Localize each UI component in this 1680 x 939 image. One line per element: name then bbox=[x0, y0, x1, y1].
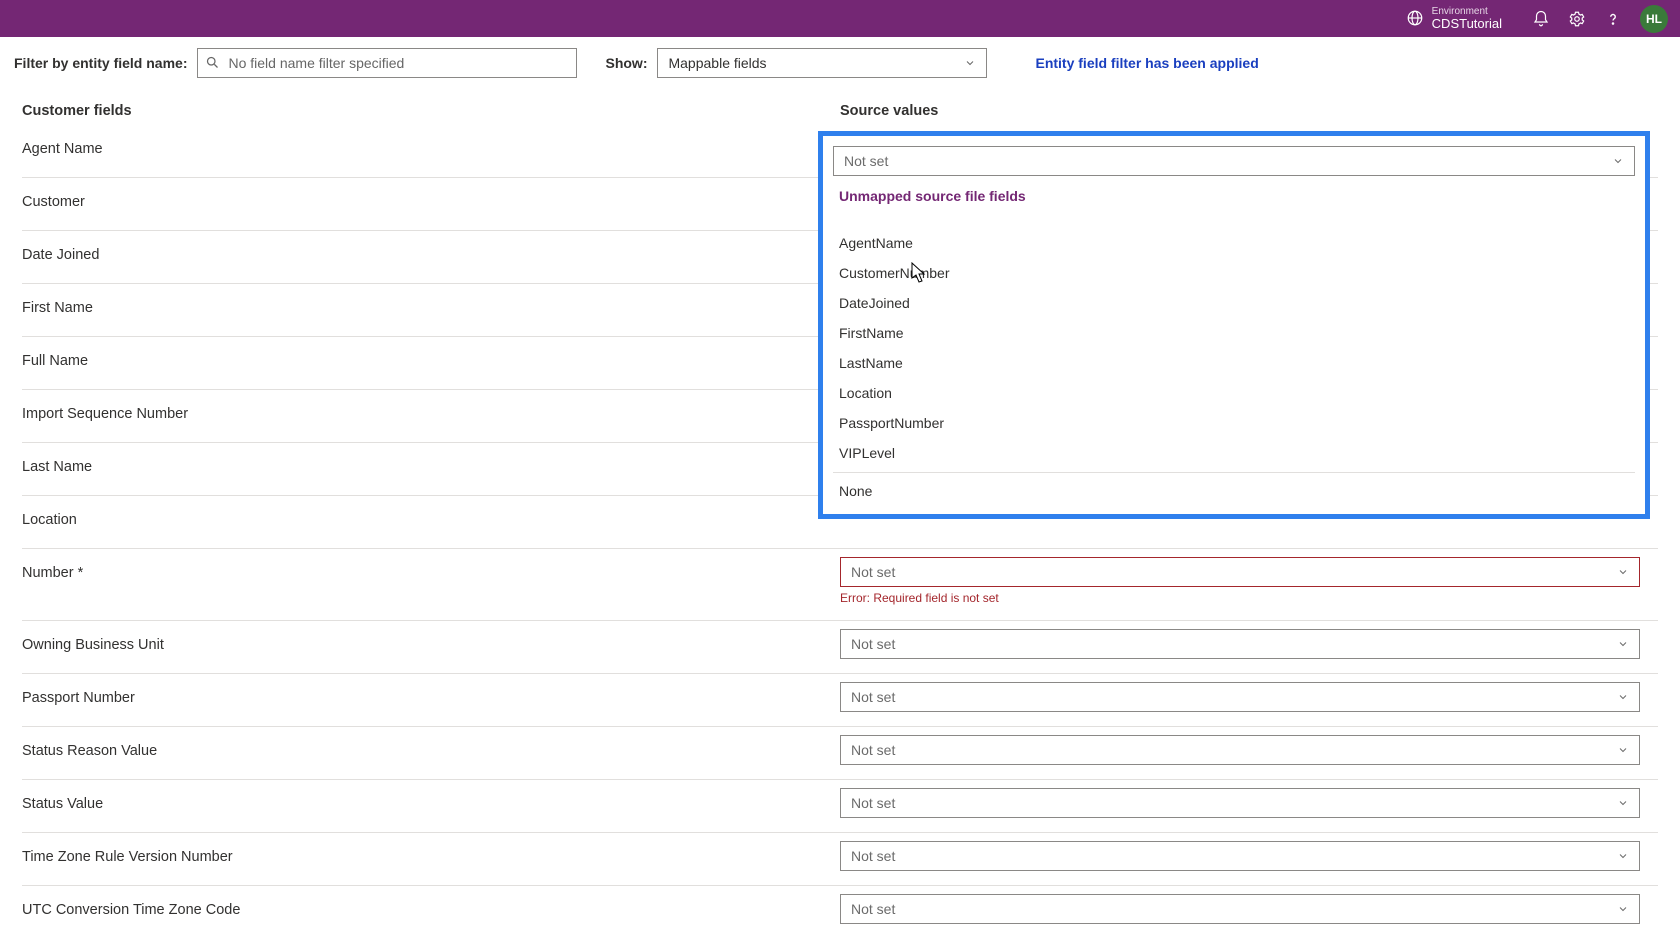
source-value-select[interactable]: Not set bbox=[840, 557, 1640, 587]
filter-bar: Filter by entity field name: Show: Mappa… bbox=[0, 37, 1680, 89]
field-row: Owning Business Unit Not set bbox=[22, 621, 1658, 674]
chevron-down-icon bbox=[1617, 744, 1629, 756]
show-label: Show: bbox=[605, 55, 647, 71]
settings-icon[interactable] bbox=[1568, 10, 1586, 28]
avatar-initials: HL bbox=[1646, 12, 1662, 26]
dropdown-option[interactable]: VIPLevel bbox=[833, 438, 1635, 468]
dropdown-option[interactable]: PassportNumber bbox=[833, 408, 1635, 438]
field-label: Date Joined bbox=[22, 231, 840, 263]
dropdown-option[interactable]: FirstName bbox=[833, 318, 1635, 348]
chevron-down-icon bbox=[1617, 638, 1629, 650]
field-label: Import Sequence Number bbox=[22, 390, 840, 422]
source-value-select[interactable]: Not set bbox=[840, 894, 1640, 924]
select-value: Not set bbox=[851, 742, 895, 758]
select-value: Not set bbox=[844, 153, 888, 169]
search-icon bbox=[205, 55, 220, 70]
source-value-dropdown-open: Not set Unmapped source file fields Agen… bbox=[818, 131, 1650, 519]
source-value-select[interactable]: Not set bbox=[840, 788, 1640, 818]
select-value: Not set bbox=[851, 795, 895, 811]
source-value-select[interactable]: Not set bbox=[840, 682, 1640, 712]
field-label: UTC Conversion Time Zone Code bbox=[22, 886, 840, 918]
field-row: Time Zone Rule Version Number Not set bbox=[22, 833, 1658, 886]
filter-input-wrap bbox=[197, 48, 577, 78]
chevron-down-icon bbox=[1617, 903, 1629, 915]
field-label: Status Reason Value bbox=[22, 727, 840, 759]
error-message: Error: Required field is not set bbox=[840, 591, 1658, 605]
select-value: Not set bbox=[851, 901, 895, 917]
field-label: Status Value bbox=[22, 780, 840, 812]
chevron-down-icon bbox=[1617, 797, 1629, 809]
field-row: Number * Not set Error: Required field i… bbox=[22, 549, 1658, 621]
show-select-value: Mappable fields bbox=[668, 55, 766, 71]
environment-icon bbox=[1406, 9, 1424, 27]
select-value: Not set bbox=[851, 564, 895, 580]
show-select[interactable]: Mappable fields bbox=[657, 48, 987, 78]
field-label: Passport Number bbox=[22, 674, 840, 706]
source-value-select-agent-name[interactable]: Not set bbox=[833, 146, 1635, 176]
dropdown-option[interactable]: AgentName bbox=[833, 228, 1635, 258]
customer-fields-header: Customer fields bbox=[22, 103, 840, 119]
field-label: Last Name bbox=[22, 443, 840, 475]
field-label: Customer bbox=[22, 178, 840, 210]
field-label: Agent Name bbox=[22, 125, 840, 157]
chevron-down-icon bbox=[1612, 155, 1624, 167]
select-value: Not set bbox=[851, 636, 895, 652]
field-label: First Name bbox=[22, 284, 840, 316]
field-row: UTC Conversion Time Zone Code Not set bbox=[22, 886, 1658, 939]
column-headers: Customer fields Source values bbox=[0, 89, 1680, 125]
environment-selector[interactable]: Environment CDSTutorial bbox=[1406, 6, 1502, 31]
select-value: Not set bbox=[851, 848, 895, 864]
field-row: Passport Number Not set bbox=[22, 674, 1658, 727]
filter-input[interactable] bbox=[197, 48, 577, 78]
field-label: Full Name bbox=[22, 337, 840, 369]
chevron-down-icon bbox=[1617, 691, 1629, 703]
dropdown-option[interactable]: LastName bbox=[833, 348, 1635, 378]
dropdown-option[interactable]: DateJoined bbox=[833, 288, 1635, 318]
help-icon[interactable] bbox=[1604, 10, 1622, 28]
user-avatar[interactable]: HL bbox=[1640, 5, 1668, 33]
source-value-select[interactable]: Not set bbox=[840, 841, 1640, 871]
chevron-down-icon bbox=[1617, 850, 1629, 862]
field-label: Number * bbox=[22, 549, 840, 581]
chevron-down-icon bbox=[1617, 566, 1629, 578]
environment-name: CDSTutorial bbox=[1432, 17, 1502, 31]
source-value-select[interactable]: Not set bbox=[840, 629, 1640, 659]
dropdown-option-none[interactable]: None bbox=[833, 472, 1635, 506]
field-row: Status Value Not set bbox=[22, 780, 1658, 833]
notifications-icon[interactable] bbox=[1532, 10, 1550, 28]
chevron-down-icon bbox=[964, 57, 976, 69]
filter-applied-text: Entity field filter has been applied bbox=[1035, 55, 1258, 71]
source-values-header: Source values bbox=[840, 103, 938, 119]
dropdown-option[interactable]: Location bbox=[833, 378, 1635, 408]
dropdown-option[interactable]: CustomerNumber bbox=[833, 258, 1635, 288]
field-label: Owning Business Unit bbox=[22, 621, 840, 653]
source-value-select[interactable]: Not set bbox=[840, 735, 1640, 765]
dropdown-section-title: Unmapped source file fields bbox=[839, 188, 1635, 204]
filter-label: Filter by entity field name: bbox=[14, 55, 187, 71]
select-value: Not set bbox=[851, 689, 895, 705]
field-label: Location bbox=[22, 496, 840, 528]
field-row: Status Reason Value Not set bbox=[22, 727, 1658, 780]
field-label: Time Zone Rule Version Number bbox=[22, 833, 840, 865]
app-header: Environment CDSTutorial HL bbox=[0, 0, 1680, 37]
